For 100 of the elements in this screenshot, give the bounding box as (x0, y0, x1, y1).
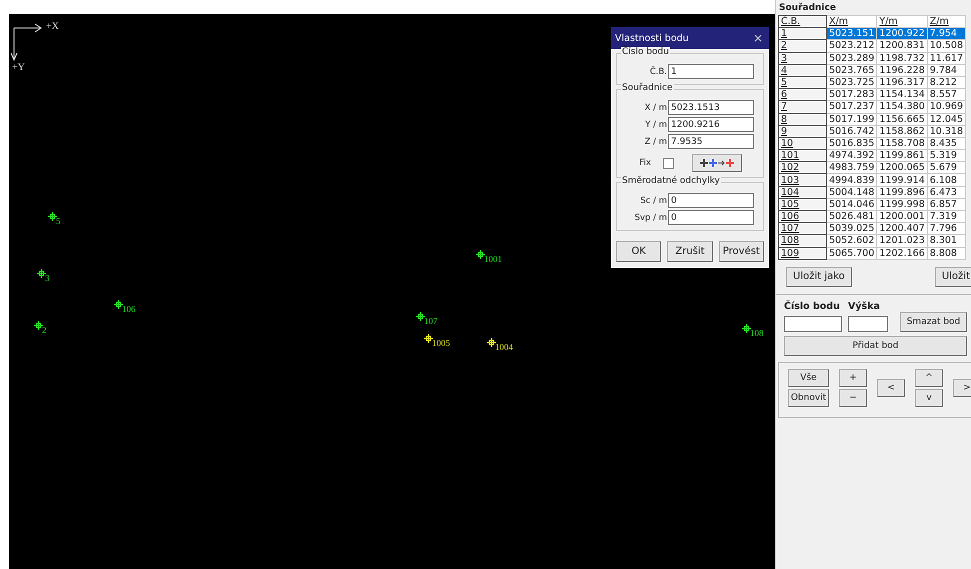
table-row[interactable]: 5 5023.725 1196.317 8.212 (778, 76, 966, 89)
view-button[interactable]: > (953, 378, 971, 397)
input-field[interactable]: 5023.1513 (668, 100, 754, 115)
table-cell: 5.679 (927, 162, 966, 174)
row-header: 106 (778, 210, 827, 223)
table-cell: 5014.046 (826, 198, 877, 210)
save-as-button[interactable]: Uložit jako (786, 266, 852, 287)
point-label: 5 (56, 216, 60, 226)
row-header: 107 (778, 222, 827, 235)
dialog-title: Vlastnosti bodu (615, 32, 689, 44)
dialog-button[interactable]: Zrušit (667, 241, 713, 262)
input-field[interactable] (848, 316, 888, 332)
table-cell: 5023.765 (826, 64, 877, 76)
table-cell: 5023.151 (826, 28, 877, 40)
table-cell: 1200.831 (876, 40, 928, 52)
input-field[interactable]: 1200.9216 (668, 117, 754, 132)
table-cell: 5052.602 (826, 234, 877, 248)
transform-button[interactable] (692, 154, 742, 172)
table-row[interactable]: 104 5004.148 1199.896 6.473 (778, 186, 966, 198)
group-title: Číslo bodu (621, 47, 670, 57)
table-row[interactable]: 3 5023.289 1198.732 11.617 (778, 52, 966, 64)
table-cell: 8.557 (927, 88, 966, 101)
view-button[interactable]: < (877, 378, 905, 397)
table-cell: 12.045 (927, 113, 966, 126)
field-label: Č.B. (648, 66, 667, 76)
view-button[interactable]: Obnovit (788, 388, 829, 407)
view-button[interactable]: ^ (915, 368, 943, 387)
table-row[interactable]: 101 4974.392 1199.861 5.319 (778, 150, 966, 162)
field-label: Y / m (644, 120, 667, 130)
table-cell: 4974.392 (826, 150, 877, 162)
column-header: Č.B. (778, 16, 827, 28)
group-title: Souřadnice (621, 83, 674, 93)
row-header: 4 (778, 64, 827, 76)
dialog-button[interactable]: OK (616, 241, 662, 262)
table-row[interactable]: 108 5052.602 1201.023 8.301 (778, 234, 966, 248)
table-cell: 9.784 (927, 64, 966, 76)
row-header: 102 (778, 162, 827, 174)
table-row[interactable]: 4 5023.765 1196.228 9.784 (778, 64, 966, 76)
row-header: 105 (778, 198, 827, 210)
table-row[interactable]: 9 5016.742 1158.862 10.318 (778, 125, 966, 138)
table-cell: 5023.289 (826, 52, 877, 64)
table-cell: 5016.742 (826, 125, 877, 138)
row-header: 9 (778, 125, 827, 138)
table-row[interactable]: 107 5039.025 1200.407 7.796 (778, 222, 966, 235)
table-row[interactable]: 102 4983.759 1200.065 5.679 (778, 162, 966, 174)
points-arrow-icon (700, 159, 734, 167)
table-row[interactable]: 8 5017.199 1156.665 12.045 (778, 113, 966, 126)
table-cell: 7.796 (927, 222, 966, 235)
table-row[interactable]: 7 5017.237 1154.380 10.969 (778, 100, 966, 113)
table-row[interactable]: 6 5017.283 1154.134 8.557 (778, 88, 966, 101)
field-label: Svp / m (634, 212, 667, 222)
add-point-button[interactable]: Přidat bod (784, 336, 967, 356)
table-cell: 10.508 (927, 40, 966, 52)
table-cell: 5023.212 (826, 40, 877, 52)
delete-point-button[interactable]: Smazat bod (900, 312, 967, 332)
table-row[interactable]: 109 5065.700 1202.166 8.808 (778, 247, 966, 260)
table-cell: 1154.380 (876, 100, 928, 113)
view-button[interactable]: Vše (788, 368, 829, 387)
table-cell: 8.212 (927, 76, 966, 89)
field-label: Výška (848, 300, 881, 312)
table-row[interactable]: 1 5023.151 1200.922 7.954 (778, 28, 966, 40)
row-header: 104 (778, 186, 827, 198)
table-cell: 5065.700 (826, 247, 877, 260)
close-button[interactable]: × (752, 31, 763, 45)
view-button[interactable]: v (915, 388, 943, 407)
table-row[interactable]: 106 5026.481 1200.001 7.319 (778, 210, 966, 223)
table-cell: 1200.922 (876, 28, 928, 40)
table-cell: 1158.862 (876, 125, 928, 138)
table-cell: 11.617 (927, 52, 966, 64)
table-cell: 5016.835 (826, 137, 877, 150)
table-row[interactable]: 105 5014.046 1199.998 6.857 (778, 198, 966, 210)
table-cell: 1201.023 (876, 234, 928, 248)
input-field[interactable] (784, 316, 842, 332)
table-row[interactable]: 10 5016.835 1158.708 8.435 (778, 137, 966, 150)
table-cell: 1199.914 (876, 174, 928, 186)
table-row[interactable]: 2 5023.212 1200.831 10.508 (778, 40, 966, 52)
point-label: 1005 (432, 338, 450, 348)
table-cell: 7.319 (927, 210, 966, 223)
input-field[interactable]: 7.9535 (668, 134, 754, 149)
input-field[interactable]: 1 (668, 64, 754, 79)
row-header: 6 (778, 88, 827, 101)
save-button[interactable]: Uložit (934, 266, 971, 287)
field-label: Fix (638, 158, 651, 168)
table-cell: 5017.237 (826, 100, 877, 113)
input-field[interactable]: 0 (668, 193, 754, 208)
table-row[interactable]: 103 4994.839 1199.914 6.108 (778, 174, 966, 186)
table-cell: 6.473 (927, 186, 966, 198)
table-cell: 1158.708 (876, 137, 928, 150)
checkbox[interactable] (663, 158, 674, 168)
input-field[interactable]: 0 (668, 210, 754, 225)
view-button[interactable]: + (839, 368, 867, 387)
table-cell: 1202.166 (876, 247, 928, 260)
column-header: Y/m (876, 16, 928, 28)
table-cell: 6.108 (927, 174, 966, 186)
table-cell: 1199.896 (876, 186, 928, 198)
table-cell: 4983.759 (826, 162, 877, 174)
dialog-button[interactable]: Provést (718, 241, 764, 262)
axes-icon (11, 22, 43, 62)
row-header: 101 (778, 150, 827, 162)
view-button[interactable]: − (839, 388, 867, 407)
